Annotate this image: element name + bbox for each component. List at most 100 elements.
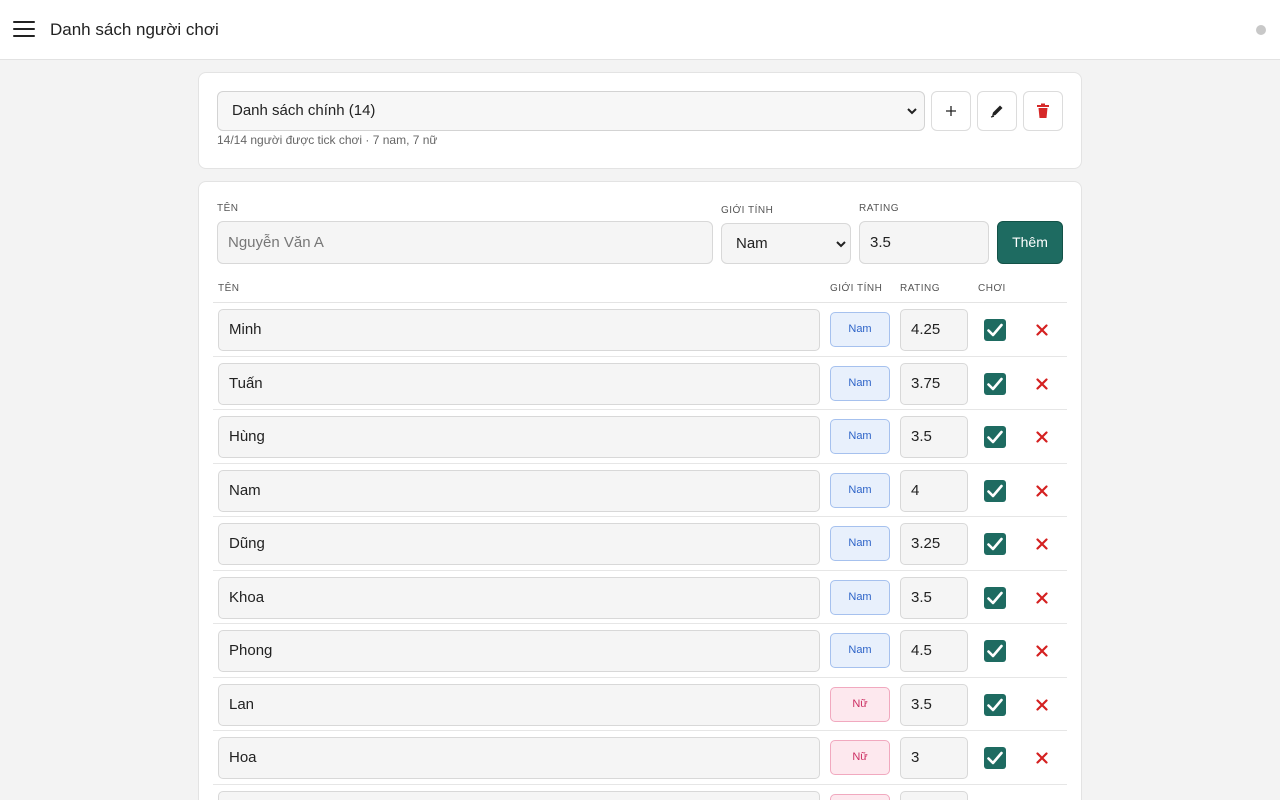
table-row: Hùng Nam 3.5 xyxy=(213,410,1067,464)
new-player-name-input[interactable]: Nguyễn Văn A xyxy=(217,221,713,264)
selection-summary: 14/14 người được tick chơi · 7 nam, 7 nữ xyxy=(217,133,438,147)
column-header-name: TÊN xyxy=(218,283,240,294)
play-checkbox[interactable] xyxy=(984,533,1006,555)
new-player-gender-select[interactable]: Nam xyxy=(721,223,851,264)
delete-list-button[interactable] xyxy=(1023,91,1063,131)
edit-list-button[interactable] xyxy=(977,91,1017,131)
gender-toggle-button[interactable]: Nữ xyxy=(830,740,890,775)
player-table-body: Minh Nam 4.25 Tuấn Nam 3.75 Hùng Nam 3.5 Nam Nam 4 D… xyxy=(213,303,1067,800)
page-title: Danh sách người chơi xyxy=(50,20,219,39)
play-checkbox[interactable] xyxy=(984,372,1006,395)
remove-player-button[interactable] xyxy=(1033,375,1051,393)
add-list-button[interactable] xyxy=(931,91,971,131)
table-row: Khoa Nam 3.5 xyxy=(213,571,1067,624)
remove-player-button[interactable] xyxy=(1033,696,1051,714)
gender-toggle-button[interactable]: Nam xyxy=(830,419,890,454)
player-name-input[interactable]: Hùng xyxy=(218,416,820,458)
new-player-rating-input[interactable]: 3.5 xyxy=(859,221,989,264)
checkmark-icon xyxy=(987,591,1003,604)
checkmark-icon xyxy=(987,377,1003,390)
gender-field-label: GIỚI TÍNH xyxy=(721,205,774,216)
player-name-input[interactable]: Khoa xyxy=(218,576,820,619)
checkmark-icon xyxy=(987,698,1003,711)
checkmark-icon xyxy=(987,430,1003,444)
hamburger-menu-icon[interactable] xyxy=(13,21,35,39)
gender-toggle-button[interactable]: Nam xyxy=(830,365,890,401)
play-checkbox[interactable] xyxy=(984,586,1006,609)
player-rating-input[interactable]: 4.25 xyxy=(900,309,968,351)
add-player-button[interactable]: Thêm xyxy=(997,221,1063,264)
remove-player-button[interactable] xyxy=(1033,749,1051,767)
status-dot-icon xyxy=(1256,25,1266,35)
play-checkbox[interactable] xyxy=(984,479,1006,502)
player-rating-input[interactable]: 3.5 xyxy=(900,683,968,726)
player-name-input[interactable]: Nam xyxy=(218,469,820,512)
play-checkbox[interactable] xyxy=(984,319,1006,341)
close-icon xyxy=(1036,645,1048,657)
table-row: Minh Nam 4.25 xyxy=(213,303,1067,357)
table-row: Phong Nam 4.5 xyxy=(213,624,1067,678)
player-name-input[interactable]: Lan xyxy=(218,683,820,726)
checkmark-icon xyxy=(987,644,1003,658)
table-row: Dũng Nam 3.25 xyxy=(213,517,1067,571)
chevron-down-icon xyxy=(836,241,846,248)
new-player-gender-value: Nam xyxy=(736,235,768,252)
close-icon xyxy=(1036,431,1048,443)
player-rating-input[interactable]: 3.75 xyxy=(900,362,968,405)
close-icon xyxy=(1036,377,1048,390)
gender-toggle-button[interactable]: Nữ xyxy=(830,686,890,722)
table-row: Lan Nữ 3.5 xyxy=(213,678,1067,731)
player-rating-input[interactable]: 3.5 xyxy=(900,416,968,458)
player-rating-input[interactable]: 3 xyxy=(900,737,968,779)
gender-toggle-button[interactable]: Nam xyxy=(830,633,890,668)
checkmark-icon xyxy=(987,537,1003,551)
close-icon xyxy=(1036,698,1048,711)
play-checkbox[interactable] xyxy=(984,426,1006,448)
remove-player-button[interactable] xyxy=(1033,535,1051,553)
player-name-input[interactable]: Dũng xyxy=(218,523,820,565)
player-rating-input[interactable]: 3.5 xyxy=(900,576,968,619)
gender-toggle-button[interactable]: Nam xyxy=(830,472,890,508)
players-card: TÊN Nguyễn Văn A GIỚI TÍNH Nam RATING 3.… xyxy=(198,181,1082,800)
gender-toggle-button[interactable]: Nữ xyxy=(830,793,890,800)
column-header-play: CHƠI xyxy=(978,283,1006,294)
remove-player-button[interactable] xyxy=(1033,428,1051,446)
player-list-select[interactable]: Danh sách chính (14) xyxy=(217,91,925,131)
close-icon xyxy=(1036,324,1048,336)
play-checkbox[interactable] xyxy=(984,693,1006,716)
checkmark-icon xyxy=(987,484,1003,497)
close-icon xyxy=(1036,752,1048,764)
table-row: Hoa Nữ 3 xyxy=(213,731,1067,785)
trash-icon xyxy=(1037,103,1049,118)
close-icon xyxy=(1036,484,1048,497)
player-name-input[interactable]: Hoa xyxy=(218,737,820,779)
gender-toggle-button[interactable]: Nam xyxy=(830,579,890,615)
column-header-gender: GIỚI TÍNH xyxy=(830,283,883,294)
player-rating-input[interactable]: 3.25 xyxy=(900,523,968,565)
player-name-input[interactable] xyxy=(218,790,820,800)
player-rating-input[interactable] xyxy=(900,790,968,800)
gender-toggle-button[interactable]: Nam xyxy=(830,312,890,347)
table-row: Nam Nam 4 xyxy=(213,464,1067,517)
list-selector-card: Danh sách chính (14) 14/14 người được ti… xyxy=(198,72,1082,169)
remove-player-button[interactable] xyxy=(1033,482,1051,500)
remove-player-button[interactable] xyxy=(1033,321,1051,339)
column-header-rating: RATING xyxy=(900,283,941,294)
remove-player-button[interactable] xyxy=(1033,589,1051,607)
player-rating-input[interactable]: 4.5 xyxy=(900,630,968,672)
gender-toggle-button[interactable]: Nam xyxy=(830,526,890,561)
pencil-icon xyxy=(990,105,1003,118)
checkmark-icon xyxy=(987,751,1003,765)
name-field-label: TÊN xyxy=(217,203,239,214)
player-rating-input[interactable]: 4 xyxy=(900,469,968,512)
table-row: Nữ xyxy=(213,785,1067,800)
player-name-input[interactable]: Minh xyxy=(218,309,820,351)
remove-player-button[interactable] xyxy=(1033,642,1051,660)
table-row: Tuấn Nam 3.75 xyxy=(213,357,1067,410)
rating-field-label: RATING xyxy=(859,203,900,214)
player-name-input[interactable]: Phong xyxy=(218,630,820,672)
top-bar: Danh sách người chơi xyxy=(0,0,1280,60)
play-checkbox[interactable] xyxy=(984,640,1006,662)
player-name-input[interactable]: Tuấn xyxy=(218,362,820,405)
play-checkbox[interactable] xyxy=(984,747,1006,769)
